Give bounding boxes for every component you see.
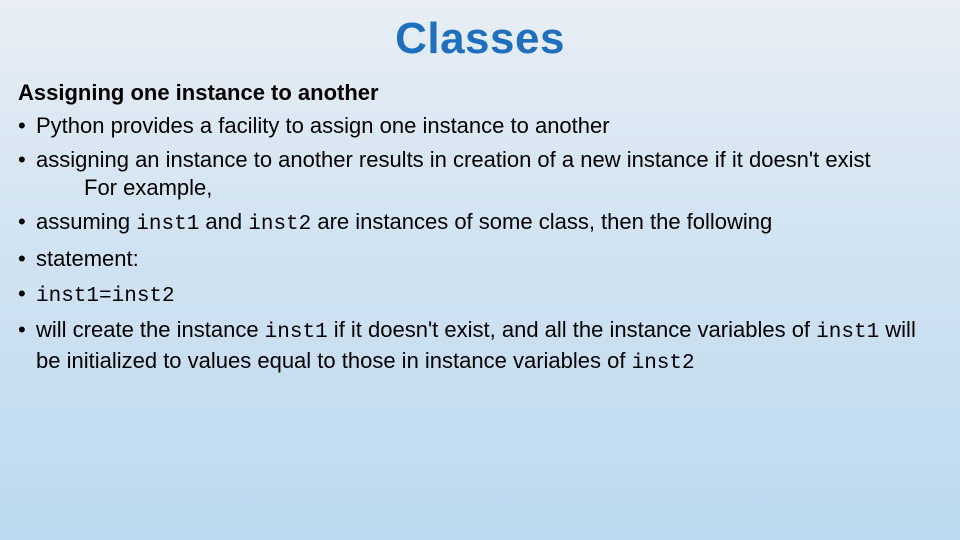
bullet-text: are instances of some class, then the fo… [311,209,772,234]
bullet-text: assigning an instance to another results… [36,147,871,172]
list-item: Python provides a facility to assign one… [18,112,942,140]
list-item: will create the instance inst1 if it doe… [18,316,942,378]
inline-code: inst1=inst2 [36,285,175,308]
inline-code: inst2 [632,352,695,375]
inline-code: inst1 [816,321,879,344]
bullet-text: statement: [36,246,139,271]
list-item: inst1=inst2 [18,280,942,311]
inline-code: inst1 [265,321,328,344]
bullet-text: and [199,209,248,234]
slide-subheading: Assigning one instance to another [18,80,942,106]
list-item: assigning an instance to another results… [18,146,942,202]
bullet-text: Python provides a facility to assign one… [36,113,610,138]
inline-code: inst2 [248,213,311,236]
bullet-list: Python provides a facility to assign one… [18,112,942,378]
bullet-subtext: For example, [36,174,942,202]
list-item: assuming inst1 and inst2 are instances o… [18,208,942,239]
bullet-text: assuming [36,209,136,234]
slide-title: Classes [18,14,942,64]
list-item: statement: [18,245,942,273]
bullet-text: will create the instance [36,317,265,342]
bullet-text: if it doesn't exist, and all the instanc… [328,317,816,342]
inline-code: inst1 [136,213,199,236]
